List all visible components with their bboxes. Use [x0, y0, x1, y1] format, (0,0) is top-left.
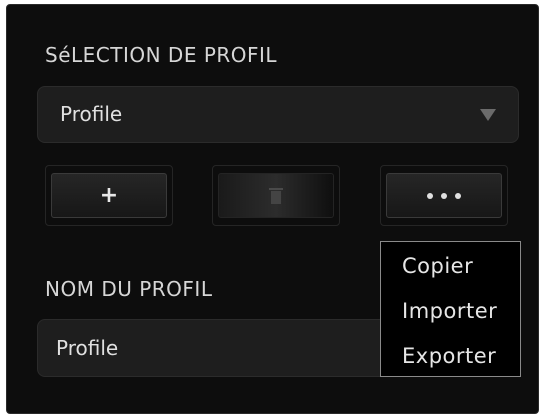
profile-select-value: Profile: [60, 102, 123, 126]
delete-profile-button-frame: [212, 165, 340, 226]
add-profile-button[interactable]: +: [51, 173, 167, 218]
more-options-button-frame: [380, 165, 508, 226]
menu-item-import[interactable]: Importer: [402, 299, 497, 323]
profile-selection-title: SéLECTION DE PROFIL: [45, 43, 278, 67]
add-button-label: +: [99, 183, 119, 208]
delete-profile-button[interactable]: [218, 173, 334, 218]
profile-name-title: NOM DU PROFIL: [45, 277, 213, 301]
ellipsis-icon: [423, 192, 465, 199]
profile-select-dropdown[interactable]: Profile: [37, 86, 519, 143]
more-options-menu: Copier Importer Exporter: [380, 241, 521, 377]
menu-item-export[interactable]: Exporter: [402, 344, 496, 368]
profile-name-value: Profile: [56, 336, 119, 360]
trash-icon: [269, 187, 283, 204]
more-options-button[interactable]: [386, 173, 502, 218]
add-profile-button-frame: +: [45, 165, 173, 226]
dropdown-arrow-icon: [480, 109, 496, 121]
menu-item-copy[interactable]: Copier: [402, 254, 473, 278]
profile-panel: SéLECTION DE PROFIL Profile + NOM DU PRO…: [6, 4, 539, 414]
